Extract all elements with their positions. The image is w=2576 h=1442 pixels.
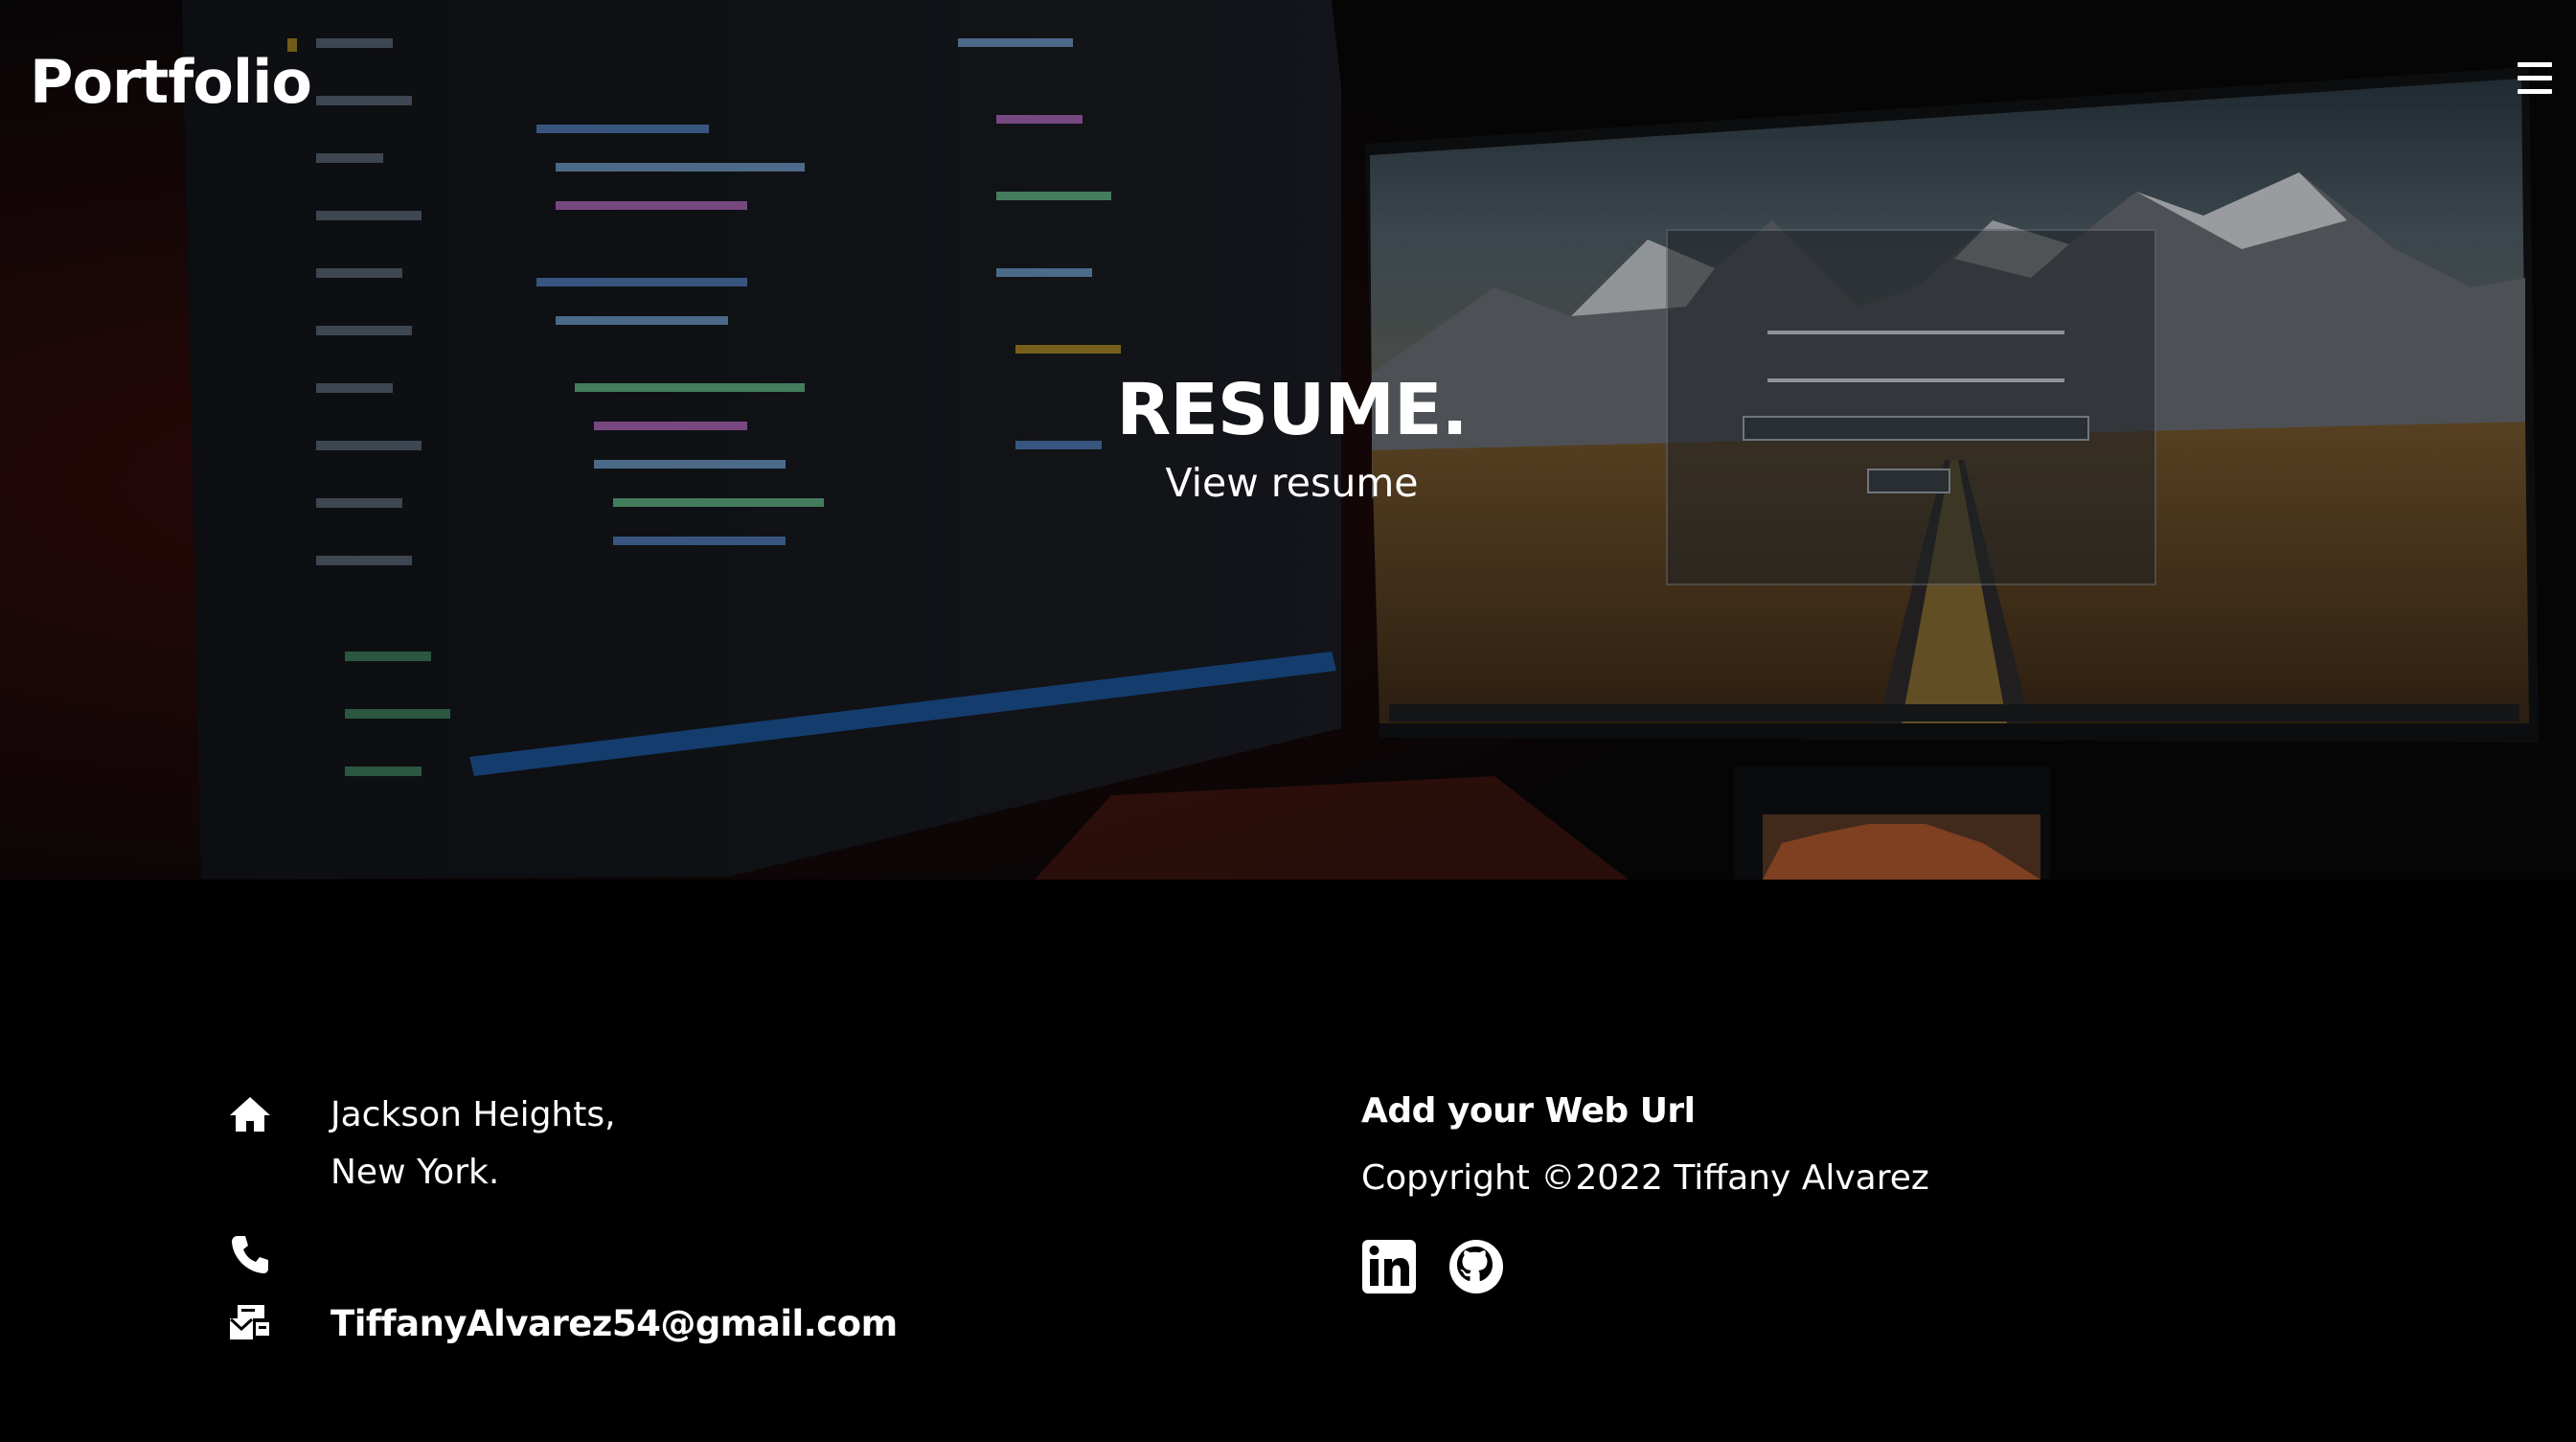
hero-title: RESUME. <box>1116 369 1468 451</box>
phone-icon <box>232 1236 268 1273</box>
address-line-2: New York. <box>331 1153 500 1192</box>
view-resume-link[interactable]: View resume <box>1165 460 1418 506</box>
home-icon <box>230 1097 270 1132</box>
view-resume-link-wrapper: View resume <box>0 456 2576 510</box>
address-line-1: Jackson Heights, <box>331 1095 616 1134</box>
github-icon[interactable] <box>1448 1238 1505 1295</box>
footer: Jackson Heights, New York. TiffanyAlvare… <box>0 880 2576 1442</box>
hero-section: Portfolio RESUME. View resume <box>0 0 2576 880</box>
hamburger-menu-icon[interactable] <box>2516 59 2554 96</box>
email-link[interactable]: TiffanyAlvarez54@gmail.com <box>331 1301 898 1347</box>
web-url-link[interactable]: Add your Web Url <box>1361 1088 1696 1134</box>
mail-icon <box>229 1305 269 1339</box>
linkedin-icon[interactable] <box>1360 1238 1418 1295</box>
brand-logo[interactable]: Portfolio <box>30 44 312 121</box>
copyright-text: Copyright ©2022 Tiffany Alvarez <box>1361 1158 1929 1198</box>
